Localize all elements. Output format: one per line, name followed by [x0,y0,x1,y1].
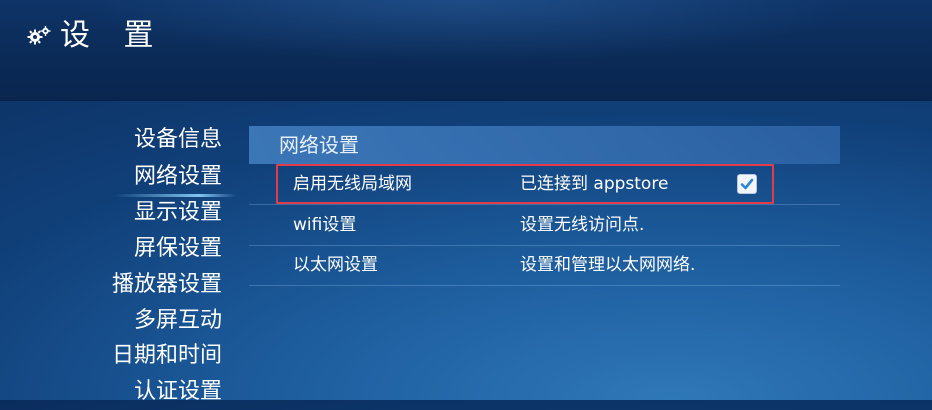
sidebar-item-auth[interactable]: 认证设置 [134,374,222,410]
sidebar-item-screensaver[interactable]: 屏保设置 [134,231,222,267]
header-bar: 设 置 [0,0,932,101]
sidebar-item-device-info[interactable]: 设备信息 [134,122,222,158]
ethernet-settings-description: 设置和管理以太网网络. [520,255,696,275]
sidebar-item-display[interactable]: 显示设置 [134,195,222,231]
wifi-settings-row[interactable]: wifi设置 设置无线访问点. [249,205,840,246]
ethernet-settings-label: 以太网设置 [293,255,378,275]
section-title: 网络设置 [279,133,359,157]
sidebar-item-multiscreen[interactable]: 多屏互动 [134,303,222,339]
ethernet-settings-row[interactable]: 以太网设置 设置和管理以太网网络. [249,245,840,286]
focus-highlight [276,164,774,204]
section-header: 网络设置 [249,126,840,164]
page-title: 设 置 [60,18,166,53]
sidebar-item-player[interactable]: 播放器设置 [112,267,222,303]
wifi-settings-label: wifi设置 [293,215,357,235]
wifi-settings-description: 设置无线访问点. [520,215,645,235]
sidebar-item-network[interactable]: 网络设置 [113,159,237,197]
gears-icon [26,24,52,50]
sidebar-item-date-time[interactable]: 日期和时间 [112,338,222,374]
